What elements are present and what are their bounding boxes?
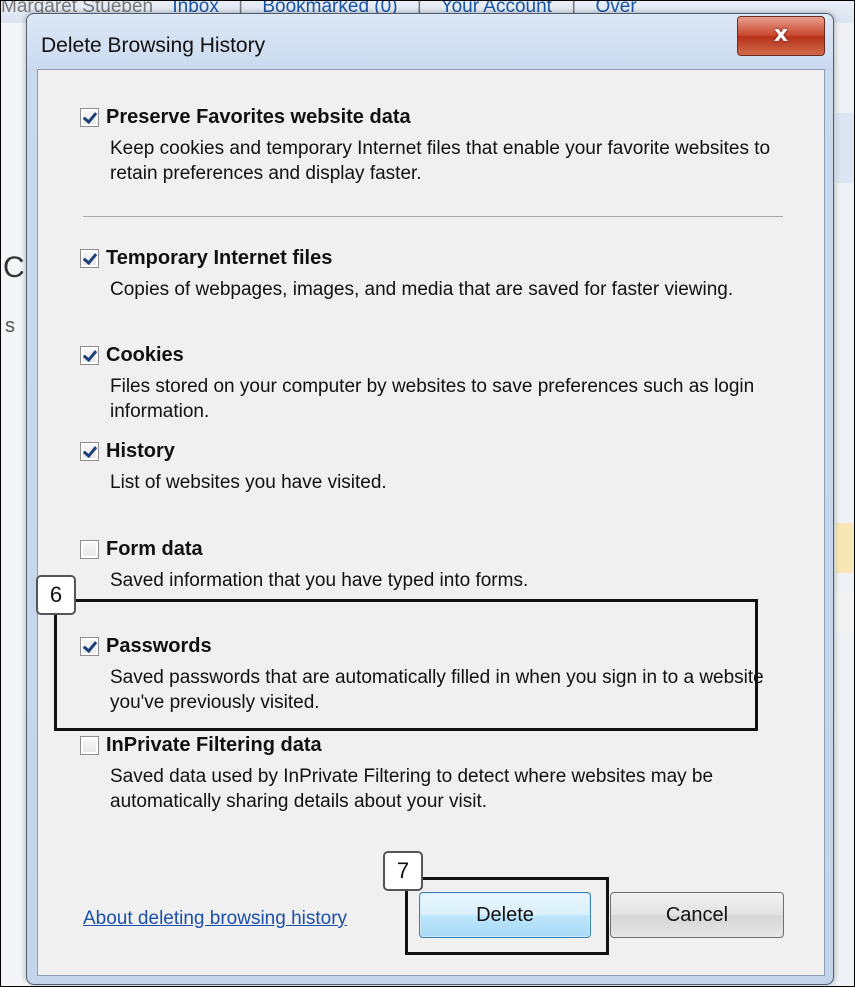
step-6-badge: 6 [36,575,76,615]
option-description: Copies of webpages, images, and media th… [110,279,734,300]
option-description: Saved data used by InPrivate Filtering t… [110,766,714,812]
cookies-checkbox[interactable] [80,346,99,365]
option-label[interactable]: Preserve Favorites website data [106,106,411,129]
about-deleting-history-link[interactable]: About deleting browsing history [83,908,347,930]
close-icon: x [773,22,789,47]
close-button[interactable]: x [737,16,825,56]
delete-browsing-history-dialog: Delete Browsing History x Preserve Favor… [26,13,834,985]
inprivate-filtering-checkbox[interactable] [80,736,99,755]
history-checkbox[interactable] [80,442,99,461]
delete-highlight-box [405,877,609,955]
form-data-checkbox[interactable] [80,540,99,559]
preserve-favorites-checkbox[interactable] [80,108,99,127]
dialog-title: Delete Browsing History [41,34,266,57]
option-description: List of websites you have visited. [110,472,387,493]
option-preserve-favorites: Preserve Favorites website data Keep coo… [80,106,800,186]
option-description: Files stored on your computer by website… [110,376,755,422]
background-block [836,523,854,573]
background-glyph: s [5,315,15,337]
option-label[interactable]: Form data [106,538,203,561]
option-label[interactable]: InPrivate Filtering data [106,734,322,757]
step-7-badge: 7 [383,851,423,891]
divider [83,216,783,217]
option-label[interactable]: Temporary Internet files [106,247,332,270]
option-label[interactable]: Cookies [106,344,184,367]
option-description: Saved information that you have typed in… [110,570,529,591]
option-form-data: Form data Saved information that you hav… [80,538,800,598]
option-cookies: Cookies Files stored on your computer by… [80,344,800,424]
background-glyph: C [3,251,25,284]
background-page-left: C s [1,23,25,986]
background-block [836,113,854,183]
option-temporary-files: Temporary Internet files Copies of webpa… [80,247,800,327]
passwords-highlight-box [54,599,758,731]
temporary-files-checkbox[interactable] [80,249,99,268]
option-description: Keep cookies and temporary Internet file… [110,138,771,184]
screenshot-frame: Margaret Stueben Inbox | Bookmarked (0) … [0,0,855,987]
option-history: History List of websites you have visite… [80,440,800,500]
background-block [836,593,854,633]
cancel-button[interactable]: Cancel [610,892,784,938]
option-label[interactable]: History [106,440,175,463]
dialog-body: Preserve Favorites website data Keep coo… [37,69,825,976]
option-inprivate-filtering: InPrivate Filtering data Saved data used… [80,734,800,814]
